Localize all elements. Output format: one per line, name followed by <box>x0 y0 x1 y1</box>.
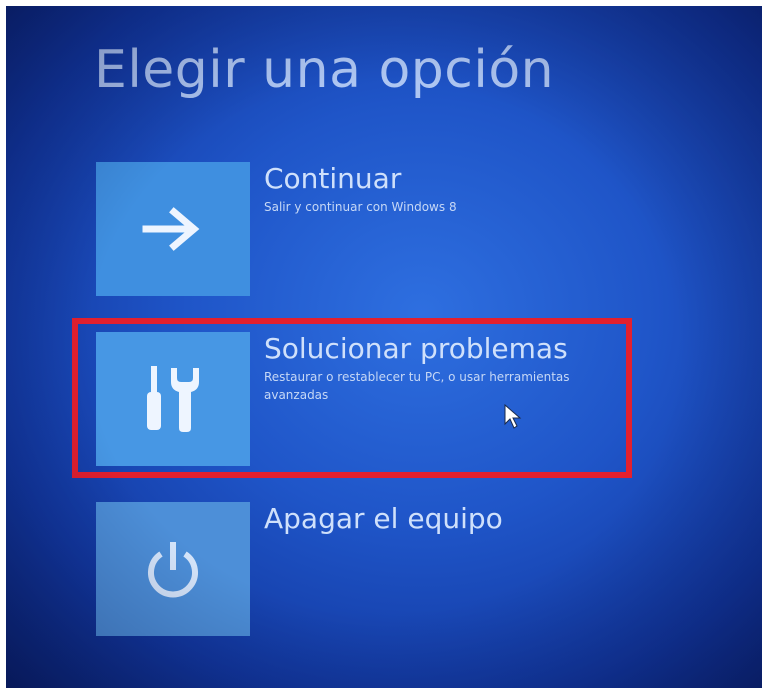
page-title: Elegir una opción <box>94 40 555 100</box>
power-icon <box>143 538 203 600</box>
tools-icon <box>141 364 205 434</box>
troubleshoot-subtitle: Restaurar o restablecer tu PC, o usar he… <box>264 370 570 402</box>
continue-option[interactable]: Continuar Salir y continuar con Windows … <box>96 162 656 302</box>
recovery-screen: Elegir una opción Continuar Salir y cont… <box>6 6 762 688</box>
troubleshoot-tile[interactable] <box>96 332 250 466</box>
continue-title: Continuar <box>264 162 402 195</box>
troubleshoot-title: Solucionar problemas <box>264 332 568 365</box>
shutdown-title: Apagar el equipo <box>264 502 503 535</box>
shutdown-option[interactable]: Apagar el equipo <box>96 502 656 642</box>
shutdown-text: Apagar el equipo <box>264 502 644 536</box>
troubleshoot-text: Solucionar problemas Restaurar o restabl… <box>264 332 644 404</box>
shutdown-tile[interactable] <box>96 502 250 636</box>
mouse-cursor-icon <box>504 403 522 434</box>
continue-text: Continuar Salir y continuar con Windows … <box>264 162 644 216</box>
troubleshoot-option[interactable]: Solucionar problemas Restaurar o restabl… <box>96 332 656 472</box>
continue-subtitle: Salir y continuar con Windows 8 <box>264 200 457 214</box>
arrow-right-icon <box>142 206 204 252</box>
continue-tile[interactable] <box>96 162 250 296</box>
